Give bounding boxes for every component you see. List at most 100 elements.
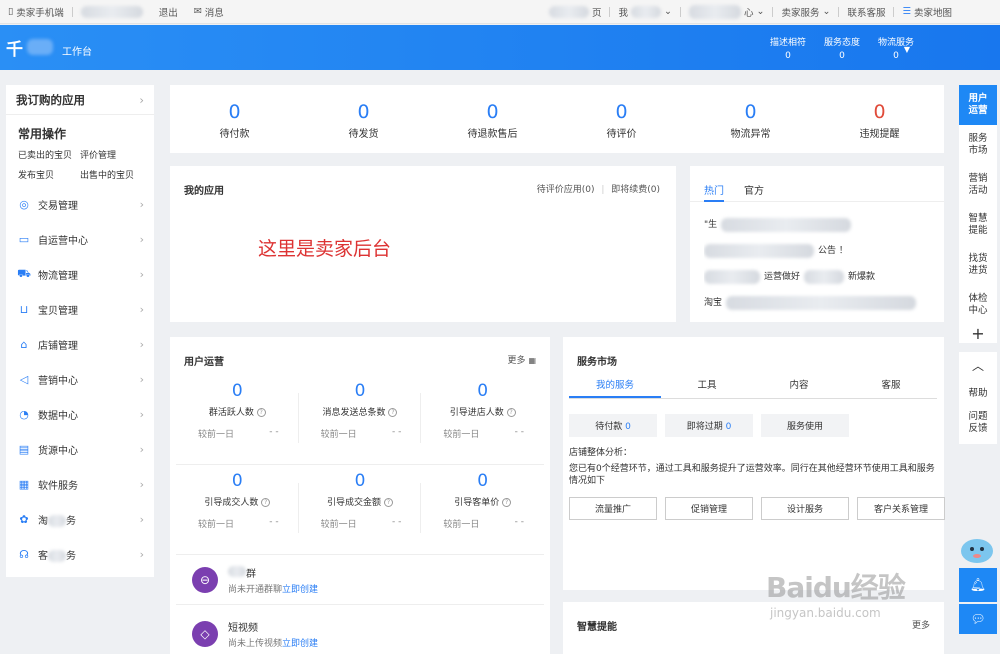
- quick-link-on-sale[interactable]: 出售中的宝贝: [80, 168, 152, 181]
- tab-hot[interactable]: 热门: [704, 182, 724, 202]
- subscribed-apps-header[interactable]: 我订购的应用 ›: [6, 85, 154, 115]
- headset-icon: ☊: [19, 548, 29, 561]
- sidebar-item-6[interactable]: ◔ 数据中心 ›: [6, 397, 154, 432]
- metric-label: 引导进店人数 ?: [421, 405, 544, 418]
- ops-metric[interactable]: 0 引导成交金额 ? 较前一日 - -: [298, 465, 422, 555]
- create-video-link[interactable]: 立即创建: [282, 639, 318, 649]
- sidebar-item-4[interactable]: ⌂ 店铺管理 ›: [6, 327, 154, 362]
- help-icon[interactable]: ?: [383, 498, 393, 507]
- rail-sourcing[interactable]: 找货进货: [959, 245, 997, 285]
- logo-glyph: 千: [6, 40, 23, 60]
- news-item[interactable]: 运营做好 新爆款: [704, 264, 930, 290]
- sidebar-item-2[interactable]: ⛟ 物流管理 ›: [6, 257, 154, 292]
- traffic-promo-button[interactable]: 流量推广: [569, 497, 657, 520]
- seller-mobile-label: 卖家手机端: [16, 7, 64, 19]
- seller-mobile-link[interactable]: ▯ 卖家手机端: [0, 5, 72, 19]
- help-icon[interactable]: ?: [502, 498, 512, 507]
- order-stat[interactable]: 0 违规提醒: [815, 85, 944, 153]
- bell-icon[interactable]: 🔔︎: [959, 568, 997, 602]
- crm-button[interactable]: 客户关系管理: [857, 497, 945, 520]
- ops-metric[interactable]: 0 引导进店人数 ? 较前一日 - -: [421, 375, 544, 465]
- pending-payment-pill[interactable]: 待付款 0: [569, 414, 657, 437]
- rail-user-ops[interactable]: 用户运营: [959, 85, 997, 125]
- ops-metric[interactable]: 0 引导成交人数 ? 较前一日 - -: [176, 465, 299, 555]
- ops-metric[interactable]: 0 引导客单价 ? 较前一日 - -: [421, 465, 544, 555]
- help-link[interactable]: 帮助: [959, 380, 997, 408]
- tab-content[interactable]: 内容: [753, 375, 845, 398]
- compare-value: - -: [391, 427, 402, 437]
- rail-marketing[interactable]: 营销活动: [959, 165, 997, 205]
- messages-link[interactable]: ✉ 消息: [186, 5, 232, 19]
- help-icon[interactable]: ?: [261, 498, 271, 507]
- tab-tools[interactable]: 工具: [661, 375, 753, 398]
- help-label: 帮助: [968, 388, 988, 399]
- user-ops-card: 用户运营 更多 ▦ 0 群活跃人数 ? 较前一日 - - 0 消息发送总条数 ? 较前一日 -…: [170, 337, 550, 654]
- help-icon[interactable]: ?: [388, 408, 398, 417]
- news-item[interactable]: 淘宝: [704, 290, 930, 316]
- sidebar-item-7[interactable]: ▤ 货源中心 ›: [6, 432, 154, 467]
- renew-soon-link[interactable]: 即将续费(0): [611, 185, 660, 195]
- caret-down-icon[interactable]: ▼: [904, 45, 910, 54]
- sidebar-item-8[interactable]: ▦ 软件服务 ›: [6, 467, 154, 502]
- center-link[interactable]: 心 ⌄: [681, 4, 772, 19]
- order-stat[interactable]: 0 待退款售后: [428, 85, 557, 153]
- pending-review-apps-link[interactable]: 待评价应用(0): [537, 185, 595, 195]
- more-link[interactable]: 更多 ▦: [508, 353, 536, 366]
- seller-map-link[interactable]: ☰ 卖家地图: [894, 5, 1000, 19]
- ops-metric[interactable]: 0 群活跃人数 ? 较前一日 - -: [176, 375, 299, 465]
- home-link[interactable]: 页: [541, 5, 610, 19]
- stat-value: 0: [486, 101, 499, 123]
- sidebar-item-1[interactable]: ▭ 自运营中心 ›: [6, 222, 154, 257]
- logout-link[interactable]: 退出: [151, 5, 186, 19]
- tab-my-services[interactable]: 我的服务: [569, 375, 661, 398]
- service-usage-pill[interactable]: 服务使用: [761, 414, 849, 437]
- quick-link-reviews[interactable]: 评价管理: [80, 148, 152, 161]
- help-icon[interactable]: ?: [256, 408, 266, 417]
- promotion-mgmt-button[interactable]: 促销管理: [665, 497, 753, 520]
- sidebar-item-5[interactable]: ◁ 营销中心 ›: [6, 362, 154, 397]
- feedback-link[interactable]: 问题反馈: [959, 408, 997, 438]
- compare-label: 较前一日: [198, 520, 235, 530]
- chevron-right-icon: ›: [139, 268, 144, 281]
- contact-service-link[interactable]: 联系客服: [839, 5, 893, 19]
- quick-link-publish[interactable]: 发布宝贝: [18, 168, 80, 181]
- sidebar-item-10[interactable]: ☊ 客务 ›: [6, 537, 154, 572]
- rating-description[interactable]: 描述相符 0: [770, 37, 806, 63]
- phone-icon: ▯: [8, 6, 14, 17]
- chevron-right-icon: ›: [139, 233, 144, 246]
- sidebar-item-3[interactable]: ⊔ 宝贝管理 ›: [6, 292, 154, 327]
- order-stat[interactable]: 0 物流异常: [686, 85, 815, 153]
- sidebar-item-9[interactable]: ✿ 淘务 ›: [6, 502, 154, 537]
- rating-service[interactable]: 服务态度 0: [824, 37, 860, 63]
- ops-metric[interactable]: 0 消息发送总条数 ? 较前一日 - -: [298, 375, 422, 465]
- trade-icon: ◎: [19, 198, 29, 211]
- smart-more-link[interactable]: 更多: [912, 618, 930, 631]
- plus-icon[interactable]: +: [959, 325, 997, 343]
- metric-value: 0: [231, 471, 243, 491]
- create-group-link[interactable]: 立即创建: [282, 585, 318, 595]
- logo[interactable]: 千: [6, 35, 53, 60]
- news-item[interactable]: 公告 ！: [704, 238, 930, 264]
- tab-customer-service[interactable]: 客服: [845, 375, 937, 398]
- expiring-soon-pill[interactable]: 即将过期 0: [665, 414, 753, 437]
- chat-icon[interactable]: 💬︎: [959, 604, 997, 634]
- seller-service-menu[interactable]: 卖家服务 ⌄: [773, 5, 838, 19]
- my-taobao-link[interactable]: 我 ⌄: [610, 5, 679, 19]
- help-icon[interactable]: ?: [506, 408, 516, 417]
- feedback-label: 问题反馈: [968, 411, 988, 434]
- order-stat[interactable]: 0 待付款: [170, 85, 299, 153]
- rail-checkup[interactable]: 体检中心: [959, 285, 997, 325]
- rating-label: 描述相符: [769, 38, 806, 48]
- order-stat[interactable]: 0 待评价: [557, 85, 686, 153]
- rail-service-market[interactable]: 服务市场: [959, 125, 997, 165]
- sidebar-item-0[interactable]: ◎ 交易管理 ›: [6, 187, 154, 222]
- chevron-up-icon[interactable]: ︿: [959, 352, 997, 380]
- tab-official[interactable]: 官方: [744, 182, 764, 201]
- mascot-icon[interactable]: [958, 532, 996, 566]
- quick-link-sold[interactable]: 已卖出的宝贝: [18, 148, 80, 161]
- rail-smart[interactable]: 智慧提能: [959, 205, 997, 245]
- design-service-button[interactable]: 设计服务: [761, 497, 849, 520]
- order-stat[interactable]: 0 待发货: [299, 85, 428, 153]
- sidebar-item-label: 货源中心: [38, 446, 78, 457]
- news-item[interactable]: "生: [704, 212, 930, 238]
